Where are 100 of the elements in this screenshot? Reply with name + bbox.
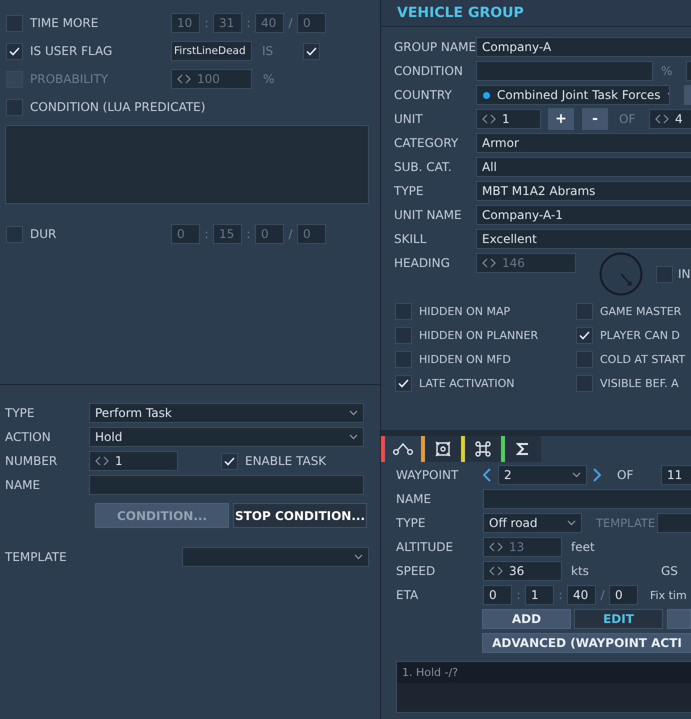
caret-icon: [572, 472, 581, 478]
dropdown[interactable]: Excellent: [476, 229, 691, 249]
field-label: TEMPLATE: [596, 516, 656, 530]
field-label: GROUP NAME: [393, 40, 476, 54]
check-icon: [9, 46, 20, 56]
checkbox[interactable]: [6, 98, 23, 116]
time-field[interactable]: 40: [567, 585, 596, 605]
field-label: NAME: [395, 492, 432, 506]
unit-label: kts: [571, 564, 590, 578]
add-unit-button[interactable]: +: [548, 108, 574, 130]
caret-icon: [567, 520, 576, 526]
unit-label: feet: [571, 540, 596, 554]
field-label: SPEED: [395, 564, 436, 578]
remove-unit-button[interactable]: -: [582, 108, 608, 130]
dropdown[interactable]: Perform Task: [89, 403, 364, 423]
tab[interactable]: [501, 436, 541, 462]
advanced-button[interactable]: ADVANCED (WAYPOINT ACTI: [482, 633, 691, 653]
field-label: NAME: [4, 478, 42, 492]
action-button[interactable]: ADD: [482, 609, 571, 629]
text-field[interactable]: [476, 61, 653, 81]
time-field[interactable]: 1: [525, 585, 554, 605]
checkbox[interactable]: [221, 452, 238, 470]
checkbox[interactable]: [6, 14, 23, 32]
check-icon: [398, 378, 409, 388]
condition-button[interactable]: STOP CONDITION...: [233, 503, 367, 528]
text-field[interactable]: [657, 513, 691, 533]
dropdown[interactable]: Hold: [89, 427, 364, 447]
command-icon: [475, 441, 491, 457]
spin-arrows-icon[interactable]: [482, 114, 496, 124]
checkbox-label: HIDDEN ON MAP: [419, 304, 510, 318]
number-field[interactable]: 1: [476, 109, 541, 129]
operator-label: IS: [262, 44, 274, 58]
next-icon[interactable]: [593, 468, 601, 482]
dropdown[interactable]: Off road: [483, 513, 582, 533]
text-field[interactable]: 11: [661, 465, 691, 485]
time-separator: :: [203, 227, 210, 241]
previous-icon[interactable]: [483, 468, 491, 482]
text-field[interactable]: Company-A: [476, 37, 691, 57]
unit-label: %: [263, 72, 274, 86]
field-label: WAYPOINT: [395, 468, 460, 482]
condition-label: CONDITION (LUA PREDICATE): [30, 99, 206, 115]
number-field[interactable]: 4: [649, 109, 691, 129]
time-separator: /: [287, 16, 294, 30]
checkbox[interactable]: [395, 302, 412, 320]
field-label: CONDITION: [393, 64, 464, 78]
time-field[interactable]: 0: [609, 585, 638, 605]
text-field[interactable]: [89, 475, 364, 495]
text-field[interactable]: Company-A-1: [476, 205, 691, 225]
action-button[interactable]: [667, 609, 691, 629]
country-button[interactable]: [684, 85, 691, 105]
checkbox-label: GAME MASTER: [600, 304, 682, 318]
field-label: SKILL: [393, 232, 428, 246]
check-icon: [224, 456, 235, 466]
checkbox-label: PLAYER CAN D: [600, 328, 680, 342]
dropdown[interactable]: [182, 547, 369, 567]
checkbox[interactable]: [395, 374, 412, 392]
checkbox[interactable]: [6, 42, 23, 60]
list-item[interactable]: 1. Hold -/?: [397, 662, 691, 683]
spin-arrows-icon[interactable]: [655, 114, 669, 124]
dropdown[interactable]: All: [476, 157, 691, 177]
checkbox[interactable]: [576, 302, 593, 320]
action-button[interactable]: EDIT: [574, 609, 663, 629]
time-field[interactable]: 0: [483, 585, 512, 605]
spin-arrows-icon[interactable]: [489, 566, 503, 576]
checkbox[interactable]: [6, 226, 23, 242]
checkbox[interactable]: [576, 326, 593, 344]
dropdown[interactable]: Armor: [476, 133, 691, 153]
sigma-icon: [516, 442, 530, 456]
route-icon: [393, 442, 413, 456]
field-label: TYPE: [395, 516, 426, 530]
checkbox[interactable]: [576, 350, 593, 368]
caret-icon: [349, 434, 358, 440]
time-separator: /: [287, 227, 294, 241]
dropdown[interactable]: MBT M1A2 Abrams: [476, 181, 691, 201]
panel-title: VEHICLE GROUP: [397, 5, 524, 21]
tab[interactable]: [461, 436, 501, 462]
field-label: ETA: [395, 588, 420, 602]
country-dropdown[interactable]: Combined Joint Task Forces: [476, 85, 670, 105]
field-label: COUNTRY: [393, 88, 453, 102]
lua-editor[interactable]: [5, 125, 369, 204]
checkbox[interactable]: [576, 374, 593, 392]
field-label: GS: [661, 564, 678, 578]
flag-name-field[interactable]: FirstLineDead: [171, 41, 252, 61]
number-field[interactable]: 36: [483, 561, 562, 581]
checkbox[interactable]: [395, 350, 412, 368]
checkbox[interactable]: [303, 42, 320, 60]
of-label: OF: [619, 112, 636, 126]
dropdown[interactable]: 2: [498, 465, 587, 485]
target-icon: [435, 441, 451, 457]
text-field[interactable]: [483, 489, 691, 509]
number-field[interactable]: 1: [89, 451, 178, 471]
field-label: ACTION: [4, 430, 52, 444]
tab[interactable]: [421, 436, 461, 462]
time-separator: :: [203, 16, 210, 30]
checkbox[interactable]: [395, 326, 412, 344]
unit-label: %: [661, 64, 672, 78]
checkbox-label: HIDDEN ON MFD: [419, 352, 511, 366]
heading-dial[interactable]: [599, 252, 643, 296]
condition-label: PROBABILITY: [30, 71, 110, 87]
spin-arrows-icon[interactable]: [95, 456, 109, 466]
